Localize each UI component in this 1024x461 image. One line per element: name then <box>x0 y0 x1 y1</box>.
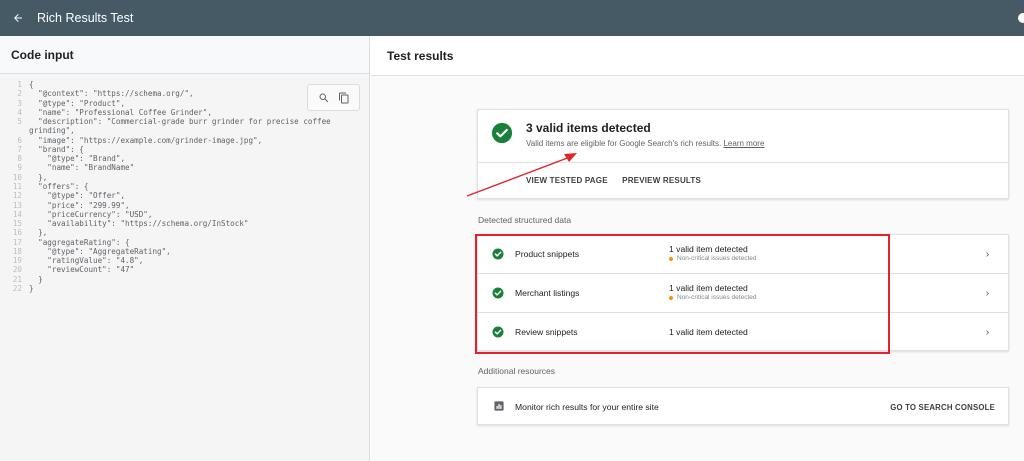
code-line: }, <box>29 228 48 238</box>
line-number: 16 <box>12 228 22 238</box>
code-line: "availability": "https://schema.org/InSt… <box>29 219 249 229</box>
chevron-right-icon <box>986 252 989 257</box>
resource-text: Monitor rich results for your entire sit… <box>515 402 659 412</box>
test-results-panel: Test results 3 valid items detected Vali… <box>371 36 1024 461</box>
check-circle-icon <box>492 287 504 299</box>
chevron-right-icon <box>986 291 989 296</box>
view-tested-page-button[interactable]: VIEW TESTED PAGE <box>526 176 608 185</box>
arrow-left-icon <box>14 14 22 22</box>
code-line: "@type": "Brand", <box>29 154 126 164</box>
copy-icon[interactable] <box>338 92 350 104</box>
line-number: 14 <box>12 209 22 219</box>
warning-dot-icon <box>669 295 673 300</box>
code-toolbar <box>307 84 360 111</box>
item-warning: Non-critical issues detected <box>669 294 756 301</box>
summary-card: 3 valid items detected Valid items are e… <box>477 109 1009 199</box>
item-name: Review snippets <box>515 327 578 337</box>
check-circle-icon <box>492 326 504 338</box>
code-line: "@type": "Offer", <box>29 191 126 201</box>
line-number: 15 <box>12 219 22 229</box>
valid-items-subtitle: Valid items are eligible for Google Sear… <box>526 139 765 148</box>
code-line: "aggregateRating": { <box>29 237 130 247</box>
item-warning: Non-critical issues detected <box>669 255 756 262</box>
account-avatar[interactable] <box>1018 13 1024 23</box>
code-line: "@type": "AggregateRating", <box>29 246 171 256</box>
list-item[interactable]: Product snippets 1 valid item detected N… <box>478 235 1008 274</box>
line-number: 19 <box>12 256 22 266</box>
line-number: 11 <box>12 181 22 191</box>
line-number: 3 <box>17 98 22 108</box>
item-status: 1 valid item detected <box>669 327 748 337</box>
line-number: 13 <box>12 200 22 210</box>
summary-actions: VIEW TESTED PAGE PREVIEW RESULTS <box>526 176 713 185</box>
line-number: 21 <box>12 274 22 284</box>
chevron-right-icon <box>986 330 989 335</box>
line-number: 9 <box>17 163 22 173</box>
code-line: "brand": { <box>29 144 84 154</box>
test-results-title: Test results <box>371 36 1024 76</box>
code-line: "name": "BrandName" <box>29 163 135 173</box>
line-number: 2 <box>17 89 22 99</box>
detected-structured-data-label: Detected structured data <box>478 215 572 225</box>
valid-items-headline: 3 valid items detected <box>526 121 651 135</box>
search-console-card: Monitor rich results for your entire sit… <box>477 387 1009 425</box>
code-line: "image": "https://example.com/grinder-im… <box>29 135 263 145</box>
line-number: 1 <box>17 80 22 89</box>
line-number: 7 <box>17 144 22 154</box>
check-circle-icon <box>491 122 513 144</box>
line-number: 5 <box>17 117 22 127</box>
code-line: }, <box>29 172 48 182</box>
bar-chart-icon <box>494 401 504 411</box>
line-number: 8 <box>17 154 22 164</box>
item-name: Product snippets <box>515 249 580 259</box>
additional-resources-label: Additional resources <box>478 366 556 376</box>
app-bar: Rich Results Test <box>0 0 1024 36</box>
learn-more-link[interactable]: Learn more <box>723 139 764 148</box>
item-name: Merchant listings <box>515 288 580 298</box>
check-circle-icon <box>492 248 504 260</box>
structured-data-list: Product snippets 1 valid item detected N… <box>477 234 1009 351</box>
line-number: 12 <box>12 191 22 201</box>
item-status: 1 valid item detected <box>669 244 748 254</box>
code-input-title: Code input <box>0 36 369 74</box>
code-line: } <box>29 274 43 284</box>
go-to-search-console-button[interactable]: GO TO SEARCH CONSOLE <box>890 403 995 412</box>
line-number: 17 <box>12 237 22 247</box>
divider <box>478 162 1008 163</box>
code-line: "offers": { <box>29 181 89 191</box>
app-title: Rich Results Test <box>37 11 134 25</box>
list-item[interactable]: Review snippets 1 valid item detected <box>478 313 1008 352</box>
line-number: 4 <box>17 107 22 117</box>
code-line: "priceCurrency": "USD", <box>29 209 153 219</box>
code-line: "description": "Commercial-grade burr gr… <box>29 117 336 136</box>
line-number: 18 <box>12 246 22 256</box>
line-number: 10 <box>12 172 22 182</box>
code-line: } <box>29 283 34 293</box>
code-line: "reviewCount": "47" <box>29 265 135 275</box>
search-icon[interactable] <box>318 92 330 104</box>
code-line: "price": "299.99", <box>29 200 130 210</box>
line-number: 20 <box>12 265 22 275</box>
list-item[interactable]: Merchant listings 1 valid item detected … <box>478 274 1008 313</box>
line-number: 22 <box>12 283 22 293</box>
back-button[interactable] <box>11 11 25 25</box>
warning-dot-icon <box>669 256 673 261</box>
preview-results-button[interactable]: PREVIEW RESULTS <box>622 176 701 185</box>
item-status: 1 valid item detected <box>669 283 748 293</box>
line-number: 6 <box>17 135 22 145</box>
code-line: "ratingValue": "4.8", <box>29 256 144 266</box>
